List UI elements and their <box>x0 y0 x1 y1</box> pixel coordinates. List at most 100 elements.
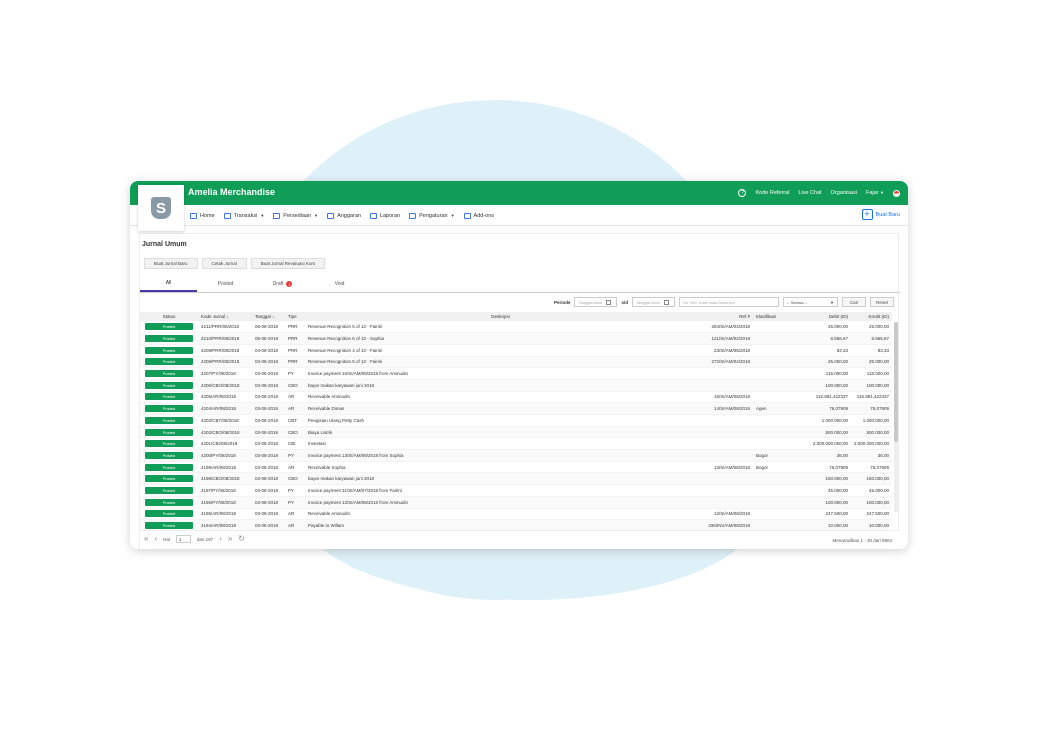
language-flag-icon[interactable] <box>893 189 900 197</box>
page-title: Jurnal Umum <box>142 241 187 248</box>
table-row[interactable]: Posted 4204/AR/08/2018 03-08-2018 AR Receiva… <box>140 402 892 415</box>
last-page-icon[interactable]: » <box>228 535 232 543</box>
user-name: Fajar <box>865 190 879 196</box>
calendar-icon <box>605 299 611 305</box>
header-deskripsi[interactable]: Deskripsi <box>305 312 696 321</box>
table-row[interactable]: Posted 4198/CBO/08/2018 03-08-2018 CBO bayar… <box>140 472 892 486</box>
end-date-field[interactable]: Tanggal Akhir <box>632 297 675 307</box>
header-kode-jurnal[interactable]: Kode Jurnal ↓ <box>198 312 252 321</box>
header-status[interactable]: Status <box>140 312 198 321</box>
table-row[interactable]: Posted 4211/PRR/08/2018 06-08-2018 PRR Reven… <box>140 321 892 334</box>
deskripsi-cell: Investasi <box>305 437 696 451</box>
nav-item-laporan[interactable]: Laporan <box>369 212 400 219</box>
status-cell: Posted <box>140 426 198 439</box>
tanggal-cell: 04-08-2018 <box>252 344 285 357</box>
debit-cell: 6.666,67 <box>800 332 851 345</box>
print-journal-button[interactable]: Cetak Jurnal <box>201 258 247 269</box>
klasifikasi-cell <box>753 367 800 380</box>
ref-cell: 14/SI/AM/08/2018 <box>696 402 753 415</box>
header-ref[interactable]: Ref # <box>696 312 753 321</box>
search-input[interactable]: No. Ref, Kode atau Deskripsi <box>679 297 779 307</box>
header-klasifikasi[interactable]: Klasifikasi <box>753 312 800 321</box>
chevron-down-icon: ▼ <box>450 213 455 218</box>
next-page-icon[interactable]: › <box>219 535 222 543</box>
table-row[interactable]: Posted 4205/AR/08/2018 03-08-2018 AR Receiva… <box>140 391 892 404</box>
app-logo[interactable]: S <box>138 185 184 231</box>
search-button[interactable]: Cari <box>842 297 866 307</box>
sd-label: s/d <box>621 299 628 305</box>
tab-void[interactable]: Void <box>311 276 368 292</box>
kredit-cell: 100.000,00 <box>851 379 892 392</box>
kode-referral-link[interactable]: Kode Referral <box>755 190 789 196</box>
tab-all[interactable]: All <box>140 276 197 292</box>
tanggal-cell: 06-08-2018 <box>252 321 285 334</box>
kredit-cell: 25.000,00 <box>851 321 892 334</box>
start-date-field[interactable]: Tanggal Awal <box>574 297 618 307</box>
table-row[interactable]: Posted 4201/CBI/08/2018 03-08-2018 CBI Inves… <box>140 437 892 451</box>
header-tanggal[interactable]: Tanggal ↓ <box>252 312 285 321</box>
tanggal-cell: 03-08-2018 <box>252 484 285 497</box>
tanggal-cell: 03-08-2018 <box>252 367 285 380</box>
table-row[interactable]: Posted 4202/CBO/08/2018 03-08-2018 CBO Biaya… <box>140 426 892 439</box>
table-row[interactable]: Posted 4210/PRR/08/2018 05-08-2018 PRR Reven… <box>140 332 892 345</box>
live-chat-link[interactable]: Live Chat <box>798 190 821 196</box>
tab-posted[interactable]: Posted <box>197 276 254 292</box>
reset-button[interactable]: Reset <box>870 297 894 307</box>
kredit-cell: 6.666,67 <box>851 332 892 345</box>
status-select[interactable]: -- Semua -- ▼ <box>783 297 838 307</box>
kode-cell: 4210/PRR/08/2018 <box>198 332 252 345</box>
user-menu[interactable]: Fajar ▼ <box>866 190 884 196</box>
tab-draft[interactable]: Draft 1 <box>254 276 311 292</box>
kredit-cell: 25.000,00 <box>851 356 892 369</box>
nav-items: Home Transaksi ▼ Persediaan ▼ Anggaran Laporan… <box>190 205 494 226</box>
help-icon[interactable]: ? <box>738 189 747 197</box>
kode-cell: 4201/CBI/08/2018 <box>198 437 252 451</box>
organisasi-link[interactable]: Organisasi <box>831 190 857 196</box>
header-debit[interactable]: Debit (ID) <box>800 312 851 321</box>
status-badge: Posted <box>145 335 193 343</box>
page-number-input[interactable]: 1 <box>175 535 191 543</box>
ref-cell <box>696 496 753 509</box>
table-row[interactable]: Posted 4209/PRR/08/2018 04-08-2018 PRR Reven… <box>140 344 892 357</box>
kode-cell: 4197/PY/08/2018 <box>198 484 252 497</box>
nav-item-label: Pengaturan <box>419 212 448 219</box>
deskripsi-cell: bayar makan karyawan juni 2018 <box>305 379 696 392</box>
table-row[interactable]: Posted 4199/AR/08/2018 03-08-2018 AR Receiva… <box>140 461 892 474</box>
header-kredit[interactable]: Kredit (ID) <box>851 312 892 321</box>
debit-cell: 115.981,422337 <box>800 391 851 404</box>
new-journal-button[interactable]: Buat Jurnal Baru <box>144 258 198 269</box>
nav-item-add-ons[interactable]: Add-ons <box>463 212 495 219</box>
journal-panel: Jurnal Umum Buat Jurnal Baru Cetak Jurna… <box>139 233 900 549</box>
first-page-icon[interactable]: « <box>144 535 148 543</box>
create-new-button[interactable]: + Buat Baru <box>861 209 900 220</box>
table-row[interactable]: Posted 4200/PY/08/2018 03-08-2018 PY Invoice… <box>140 449 892 462</box>
status-cell: Posted <box>140 391 198 404</box>
pagination-summary: Menampilkan 1 - 30 dari 5904 <box>832 538 892 543</box>
refresh-icon[interactable]: ↻ <box>238 535 245 543</box>
nav-item-label: Add-ons <box>473 212 495 219</box>
table-scrollbar[interactable] <box>894 322 898 512</box>
nav-item-transaksi[interactable]: Transaksi ▼ <box>223 212 264 219</box>
table-row[interactable]: Posted 4195/AR/08/2018 03-08-2018 AR Receiva… <box>140 508 892 521</box>
nav-item-home[interactable]: Home <box>190 212 215 219</box>
nav-item-anggaran[interactable]: Anggaran <box>327 212 361 219</box>
prev-page-icon[interactable]: ‹ <box>154 535 157 543</box>
nav-item-persediaan[interactable]: Persediaan ▼ <box>273 212 318 219</box>
document-icon <box>327 212 335 219</box>
table-row[interactable]: Posted 4197/PY/08/2018 03-08-2018 PY Invoice… <box>140 484 892 497</box>
tipe-cell: CBO <box>285 379 305 392</box>
ref-cell <box>696 414 753 427</box>
table-row[interactable]: Posted 4196/PY/08/2018 03-08-2018 PY Invoice… <box>140 496 892 509</box>
start-date-placeholder: Tanggal Awal <box>578 299 602 305</box>
status-badge: Posted <box>145 522 193 530</box>
revaluation-journal-button[interactable]: Buat Jurnal Revaluasi Kurs <box>250 258 326 269</box>
table-row[interactable]: Posted 4206/CBO/08/2018 03-08-2018 CBO bayar… <box>140 379 892 392</box>
table-row[interactable]: Posted 4207/PY/08/2018 03-08-2018 PY Invoice… <box>140 367 892 380</box>
header-tipe[interactable]: Tipe <box>285 312 305 321</box>
table-row[interactable]: Posted 4203/CBT/08/2018 03-08-2018 CBT Pengi… <box>140 414 892 427</box>
report-icon <box>369 212 377 219</box>
klasifikasi-cell <box>753 414 800 427</box>
nav-item-pengaturan[interactable]: Pengaturan ▼ <box>409 212 455 219</box>
scrollbar-thumb[interactable] <box>894 322 898 442</box>
table-row[interactable]: Posted 4208/PRR/08/2018 03-08-2018 PRR Reven… <box>140 356 892 369</box>
